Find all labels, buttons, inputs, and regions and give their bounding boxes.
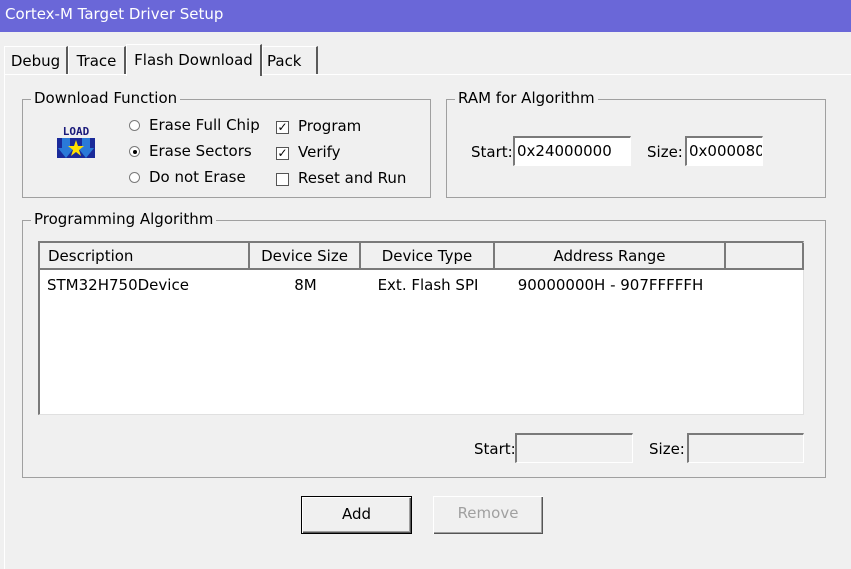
ram-size-label: Size: <box>647 143 683 161</box>
tab-pack[interactable]: Pack <box>262 46 318 74</box>
tab-label: Flash Download <box>134 51 253 69</box>
remove-button[interactable]: Remove <box>433 496 543 534</box>
erase-sectors-radio[interactable] <box>129 146 140 157</box>
svg-text:LOAD: LOAD <box>63 125 90 138</box>
title-bar: Cortex-M Target Driver Setup <box>0 0 851 32</box>
tab-flash-download[interactable]: Flash Download <box>126 44 262 76</box>
program-checkbox[interactable]: ✓ <box>276 121 289 134</box>
do-not-erase-radio[interactable] <box>129 172 140 183</box>
algorithm-list[interactable]: Description Device Size Device Type Addr… <box>38 241 804 415</box>
column-header-device-type[interactable]: Device Type <box>361 243 495 270</box>
program-label: Program <box>298 117 362 135</box>
erase-sectors-label: Erase Sectors <box>149 142 252 160</box>
erase-full-chip-radio[interactable] <box>129 120 140 131</box>
tab-label: Debug <box>10 52 61 70</box>
add-button[interactable]: Add <box>301 496 412 534</box>
tab-trace[interactable]: Trace <box>68 46 126 74</box>
erase-full-chip-label: Erase Full Chip <box>149 116 260 134</box>
algo-start-label: Start: <box>474 440 516 458</box>
group-legend: Programming Algorithm <box>31 210 217 228</box>
tab-debug[interactable]: Debug <box>4 46 68 74</box>
algo-start-input[interactable] <box>515 433 633 463</box>
algo-size-label: Size: <box>649 440 685 458</box>
verify-label: Verify <box>298 143 341 161</box>
algo-size-input[interactable] <box>687 433 804 463</box>
reset-and-run-checkbox[interactable] <box>276 173 289 186</box>
cell-device-type: Ext. Flash SPI <box>377 276 479 294</box>
column-header-empty <box>726 243 804 270</box>
verify-checkbox[interactable]: ✓ <box>276 147 289 160</box>
column-header-description[interactable]: Description <box>40 243 250 270</box>
load-icon: LOAD <box>57 125 95 158</box>
column-header-address-range[interactable]: Address Range <box>495 243 726 270</box>
ram-size-input[interactable]: 0x000080 <box>685 136 763 166</box>
cell-address-range: 90000000H - 907FFFFFH <box>517 276 704 294</box>
reset-and-run-label: Reset and Run <box>298 169 407 187</box>
do-not-erase-label: Do not Erase <box>149 168 246 186</box>
ram-start-label: Start: <box>471 143 513 161</box>
tab-label: Trace <box>76 52 117 70</box>
cell-device-size: 8M <box>294 276 317 294</box>
column-header-device-size[interactable]: Device Size <box>250 243 361 270</box>
tab-label: Pack <box>267 52 302 70</box>
ram-start-input[interactable]: 0x24000000 <box>513 136 631 166</box>
window-title: Cortex-M Target Driver Setup <box>5 5 224 23</box>
group-legend: RAM for Algorithm <box>455 89 598 107</box>
cell-description: STM32H750Device <box>47 276 189 294</box>
group-legend: Download Function <box>31 89 181 107</box>
